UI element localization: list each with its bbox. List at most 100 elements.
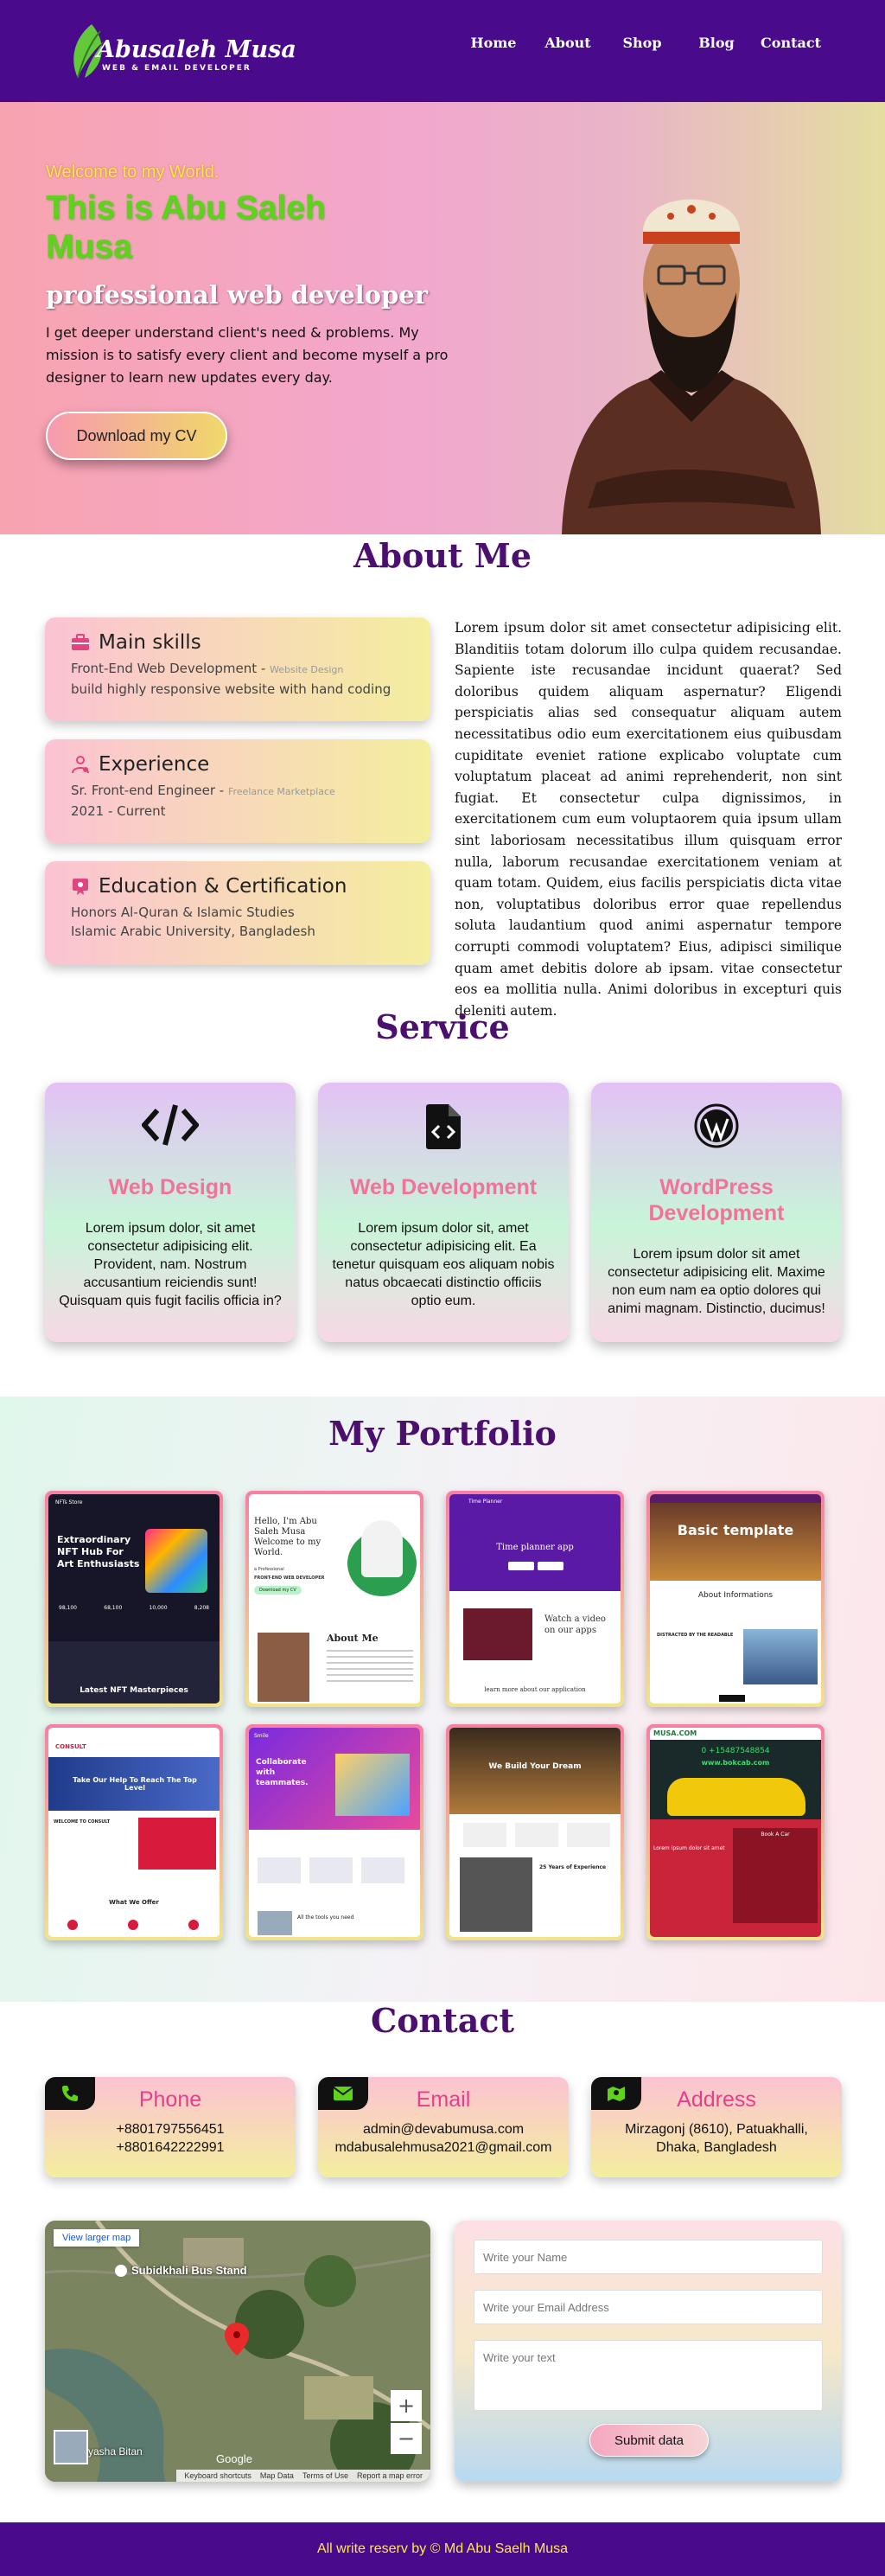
certificate-icon: [73, 879, 88, 895]
contact-phone-2[interactable]: +8801642222991: [45, 2138, 296, 2157]
contact-phone-title: Phone: [138, 2087, 202, 2112]
footer: All write reserv by © Md Abu Saelh Musa: [0, 2522, 885, 2576]
service-title-web-design: Web Design: [108, 1175, 232, 1199]
contact-form: Write your Name Write your Email Address…: [455, 2221, 842, 2482]
portfolio-item-personal[interactable]: Hello, I'm Abu Saleh Musa Welcome to my …: [245, 1491, 423, 1707]
map-zoom-out-button[interactable]: −: [391, 2423, 422, 2454]
nft-stats: 98,100 68,100 10,000 8,208: [59, 1605, 209, 1611]
nav-about[interactable]: About: [531, 35, 605, 51]
map-keyboard-shortcuts[interactable]: Keyboard shortcuts: [184, 2471, 251, 2480]
service-desc-web-design: Lorem ipsum dolor, sit amet consectetur …: [59, 1221, 282, 1308]
nft-hero-text: Extraordinary NFT Hub For Art Enthusiast…: [57, 1534, 140, 1569]
portfolio-item-smile[interactable]: Smile Collaborate with teammates. All th…: [245, 1724, 423, 1940]
smile-brand: Smile: [254, 1733, 269, 1739]
consult-brand: CONSULT: [55, 1743, 86, 1750]
basic-sub: DISTRACTED BY THE READABLE: [657, 1633, 734, 1638]
about-paragraph: Lorem ipsum dolor sit amet consectetur a…: [455, 620, 842, 1019]
contact-address-card: Address Mirzagonj (8610), Patuakhalli, D…: [591, 2077, 842, 2177]
nav-shop[interactable]: Shop: [605, 35, 679, 51]
hero-description: I get deeper understand client's need & …: [46, 324, 449, 386]
nft-caption: Latest NFT Masterpieces: [80, 1686, 188, 1695]
planner-footer: learn more about our application: [484, 1686, 586, 1693]
service-card-wordpress: WordPress Development Lorem ipsum dolor …: [591, 1083, 842, 1342]
name-input[interactable]: Write your Name: [474, 2240, 823, 2274]
construct-exp: 25 Years of Experience: [539, 1864, 607, 1870]
portfolio-item-construction[interactable]: We Build Your Dream 25 Years of Experien…: [446, 1724, 624, 1940]
car-brand: MUSA.COM: [653, 1729, 697, 1737]
personal-about: About Me: [327, 1633, 379, 1644]
view-larger-map-link[interactable]: View larger map: [54, 2229, 140, 2247]
submit-button[interactable]: Submit data: [589, 2424, 709, 2457]
car-web: www.bokcab.com: [701, 1759, 770, 1767]
wordpress-icon: [694, 1103, 739, 1148]
message-textarea[interactable]: Write your text: [474, 2340, 823, 2411]
map-data[interactable]: Map Data: [260, 2471, 294, 2480]
skills-detail: build highly responsive website with han…: [71, 681, 392, 697]
contact-phone-card: Phone +8801797556451 +8801642222991: [45, 2077, 296, 2177]
nav-contact[interactable]: Contact: [754, 35, 828, 51]
skills-title: Main skills: [99, 631, 201, 654]
contact-phone-1[interactable]: +8801797556451: [45, 2120, 296, 2138]
planner-hero: Time planner app: [496, 1543, 574, 1552]
consult-welcome: WELCOME TO CONSULT: [54, 1819, 111, 1825]
map-report-error[interactable]: Report a map error: [357, 2471, 423, 2480]
map-thumbnail-button[interactable]: [54, 2430, 88, 2464]
skills-tag: Website Design: [270, 664, 344, 675]
portfolio-item-time-planner[interactable]: Time Planner Time planner app Watch a vi…: [446, 1491, 624, 1707]
car-headline: Lorem ipsum dolor sit amet: [653, 1845, 725, 1851]
nav-home[interactable]: Home: [456, 35, 531, 51]
contact-address-1: Mirzagonj (8610), Patuakhalli,: [625, 2122, 808, 2137]
planner-video-text: Watch a video on our apps: [544, 1614, 606, 1635]
profile-portrait: [562, 199, 821, 534]
code-icon: [142, 1104, 199, 1146]
construct-hero: We Build Your Dream: [488, 1762, 582, 1771]
download-cv-button[interactable]: Download my CV: [46, 412, 227, 460]
experience-detail: 2021 - Current: [71, 803, 166, 819]
planner-brand: Time Planner: [468, 1499, 503, 1505]
basic-hero: Basic template: [677, 1522, 794, 1538]
map-zoom-in-button[interactable]: +: [391, 2390, 422, 2421]
service-title: Service: [375, 1007, 510, 1046]
hero-section: Welcome to my World. This is Abu Saleh M…: [0, 102, 885, 534]
contact-email-1[interactable]: admin@devabumusa.com: [318, 2120, 569, 2138]
user-gear-icon: [72, 756, 89, 774]
experience-tag: Freelance Marketplace: [227, 786, 335, 797]
education-title: Education & Certification: [99, 875, 347, 898]
hero-welcome: Welcome to my World.: [46, 163, 220, 182]
map-attribution: Keyboard shortcuts Map Data Terms of Use…: [176, 2470, 430, 2482]
contact-email-2[interactable]: mdabusalehmusa2021@gmail.com: [318, 2138, 569, 2157]
portfolio-item-basic-template[interactable]: Basic template About Informations DISTRA…: [646, 1491, 825, 1707]
consult-hero: Take Our Help To Reach The Top Level: [73, 1776, 197, 1792]
hero-title: This is Abu Saleh Musa: [46, 189, 326, 265]
personal-sub: FRONT-END WEB DEVELOPER: [254, 1576, 325, 1581]
service-desc-web-development: Lorem ipsum dolor sit, amet consectetur …: [332, 1221, 555, 1308]
nav-blog[interactable]: Blog: [679, 35, 754, 51]
experience-card: Experience Sr. Front-end Engineer - Free…: [45, 739, 430, 843]
map-satellite[interactable]: [45, 2221, 430, 2482]
personal-role: a Professional: [254, 1567, 284, 1572]
logo[interactable]: Abusaleh Musa WEB & EMAIL DEVELOPER: [66, 19, 296, 86]
service-title-wordpress: WordPress Development: [648, 1175, 785, 1225]
map-terms[interactable]: Terms of Use: [302, 2471, 348, 2480]
nft-brand: NFTs Store: [55, 1499, 83, 1505]
personal-cv: Download my CV: [254, 1586, 302, 1595]
contact-address-title: Address: [677, 2087, 756, 2112]
contact-title: Contact: [370, 2001, 515, 2040]
footer-copyright: All write reserv by © Md Abu Saelh Musa: [316, 2541, 569, 2556]
portfolio-item-nft[interactable]: NFTs Store Extraordinary NFT Hub For Art…: [45, 1491, 223, 1707]
portfolio-item-consult[interactable]: CONSULT Take Our Help To Reach The Top L…: [45, 1724, 223, 1940]
contact-address-2: Dhaka, Bangladesh: [656, 2140, 777, 2155]
logo-name: Abusaleh Musa: [97, 36, 296, 63]
service-title-web-development: Web Development: [349, 1175, 538, 1199]
briefcase-icon: [72, 634, 89, 650]
experience-title: Experience: [99, 753, 210, 776]
smile-hero: Collaborate with teammates.: [256, 1758, 309, 1787]
google-map[interactable]: View larger map Subidkhali Bus Stand yas…: [45, 2221, 430, 2482]
car-phone: 0 +15487548854: [701, 1747, 770, 1755]
smile-cta: All the tools you need: [297, 1914, 354, 1921]
map-place-label-2: yasha Bitan: [88, 2445, 143, 2458]
service-card-web-design: Web Design Lorem ipsum dolor, sit amet c…: [45, 1083, 296, 1342]
portfolio-item-car-booking[interactable]: MUSA.COM 0 +15487548854 www.bokcab.com L…: [646, 1724, 825, 1940]
skills-card: Main skills Front-End Web Development - …: [45, 617, 430, 721]
email-input[interactable]: Write your Email Address: [474, 2290, 823, 2324]
